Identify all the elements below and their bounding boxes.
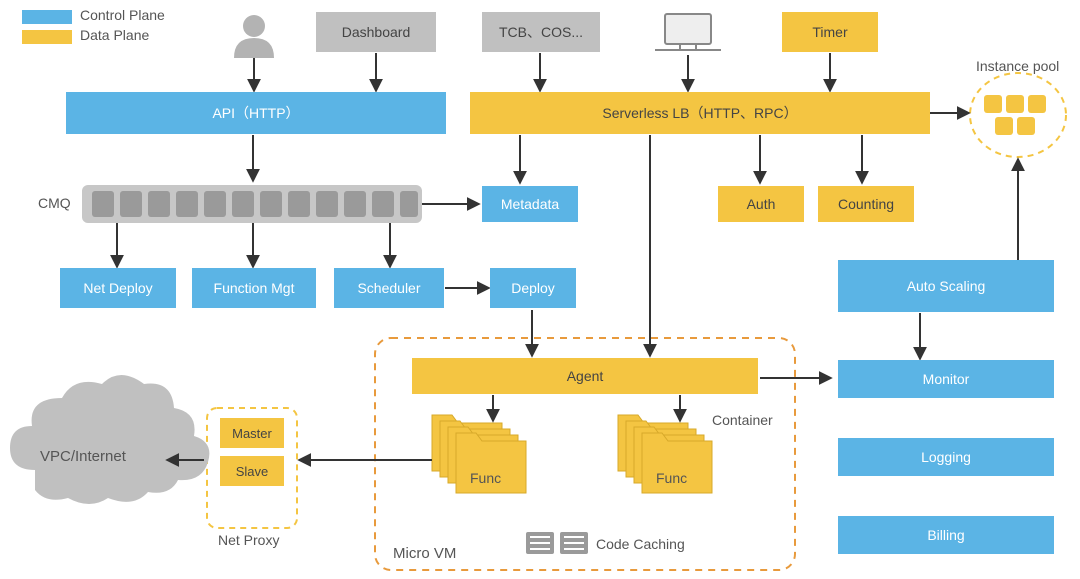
- node-auto-scaling: Auto Scaling: [838, 260, 1054, 312]
- node-master: Master: [220, 418, 284, 448]
- label-micro-vm: Micro VM: [393, 545, 456, 562]
- label-vpc: VPC/Internet: [40, 448, 126, 465]
- node-deploy: Deploy: [490, 268, 576, 308]
- node-slave: Slave: [220, 456, 284, 486]
- label-func2: Func: [656, 470, 687, 486]
- node-dashboard: Dashboard: [316, 12, 436, 52]
- label-func1: Func: [470, 470, 501, 486]
- node-api: API（HTTP）: [66, 92, 446, 134]
- legend-swatch-data: [22, 30, 72, 44]
- node-tcb: TCB、COS...: [482, 12, 600, 52]
- label-container: Container: [712, 412, 773, 428]
- label-cmq: CMQ: [38, 195, 71, 211]
- node-timer: Timer: [782, 12, 878, 52]
- node-function-mgt: Function Mgt: [192, 268, 316, 308]
- node-net-deploy: Net Deploy: [60, 268, 176, 308]
- node-slb: Serverless LB（HTTP、RPC）: [470, 92, 930, 134]
- legend-label-data: Data Plane: [80, 27, 149, 43]
- node-agent: Agent: [412, 358, 758, 394]
- node-scheduler: Scheduler: [334, 268, 444, 308]
- legend-swatch-control: [22, 10, 72, 24]
- node-auth: Auth: [718, 186, 804, 222]
- node-metadata: Metadata: [482, 186, 578, 222]
- legend-label-control: Control Plane: [80, 7, 165, 23]
- label-net-proxy: Net Proxy: [218, 532, 279, 548]
- node-counting: Counting: [818, 186, 914, 222]
- node-logging: Logging: [838, 438, 1054, 476]
- label-instance-pool: Instance pool: [976, 58, 1059, 74]
- label-code-caching: Code Caching: [596, 536, 685, 552]
- node-billing: Billing: [838, 516, 1054, 554]
- node-monitor: Monitor: [838, 360, 1054, 398]
